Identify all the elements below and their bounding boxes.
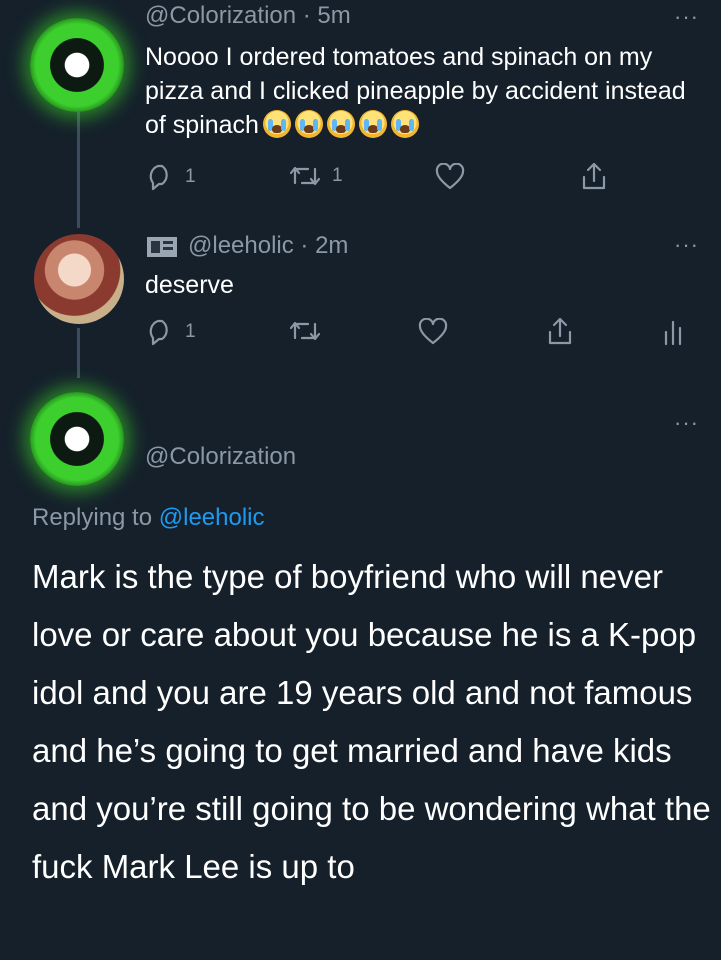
tweet-text: deserve [145, 271, 234, 299]
avatar[interactable] [30, 18, 124, 112]
share-button[interactable] [546, 316, 574, 346]
tweet-handle[interactable]: @leeholic · 2m [188, 232, 348, 260]
reply-button[interactable]: 1 [145, 163, 196, 191]
badge-icon [147, 237, 177, 257]
crying-emoji-icon [358, 110, 387, 138]
replying-to: Replying to @leeholic [32, 504, 265, 532]
avatar[interactable] [30, 392, 124, 486]
analytics-button[interactable] [662, 318, 684, 346]
retweet-button[interactable]: 1 [288, 163, 343, 189]
more-options-icon[interactable]: ··· [674, 4, 699, 30]
like-button[interactable] [435, 163, 465, 191]
replying-prefix: Replying to [32, 504, 153, 531]
avatar[interactable] [34, 234, 124, 324]
crying-emoji-icon [326, 110, 355, 138]
crying-emoji-icon [262, 110, 291, 138]
replying-handle-link[interactable]: @leeholic [159, 504, 265, 531]
tweet-handle[interactable]: @Colorization [145, 443, 296, 471]
heart-icon [435, 163, 465, 190]
tweet-handle[interactable]: @Colorization · 5m [145, 2, 351, 30]
retweet-icon [289, 166, 321, 186]
more-options-icon[interactable]: ··· [674, 232, 699, 258]
crying-emoji-group [259, 110, 419, 139]
reply-icon [149, 164, 168, 191]
retweet-icon [289, 321, 321, 341]
share-icon [582, 162, 606, 190]
reply-count: 1 [185, 166, 196, 187]
tweet-text: Mark is the type of boyfriend who will n… [32, 558, 711, 885]
more-options-icon[interactable]: ··· [674, 410, 699, 436]
reply-button[interactable]: 1 [145, 318, 196, 346]
retweet-count: 1 [332, 165, 343, 186]
thread-line-1 [77, 108, 80, 228]
share-icon [548, 317, 572, 345]
analytics-icon [664, 320, 682, 346]
thread-line-2 [77, 328, 80, 378]
retweet-button[interactable] [288, 318, 322, 344]
heart-icon [418, 318, 448, 345]
crying-emoji-icon [294, 110, 323, 138]
share-button[interactable] [580, 161, 608, 191]
reply-icon [149, 319, 168, 346]
reply-count: 1 [185, 321, 196, 342]
crying-emoji-icon [390, 110, 419, 138]
like-button[interactable] [418, 318, 448, 346]
tweet-text: Noooo I ordered tomatoes and spinach on … [145, 40, 705, 142]
